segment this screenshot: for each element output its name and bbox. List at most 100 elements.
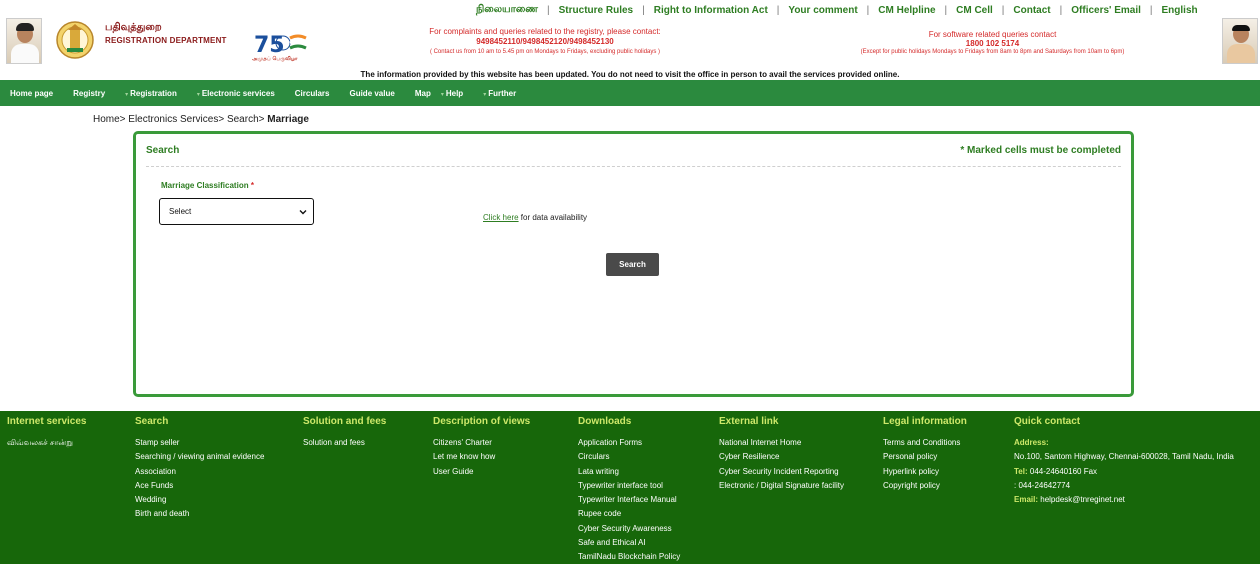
- contact-email[interactable]: helpdesk@tnreginet.net: [1038, 495, 1125, 504]
- azadi-logo-caption: அமுதப் பெருவிழா: [252, 56, 298, 62]
- contact-fax: : 044-24642774: [1014, 480, 1071, 490]
- footer-link[interactable]: Birth and death: [135, 507, 264, 521]
- nav-home-page[interactable]: Home page: [10, 89, 53, 98]
- footer-link[interactable]: Cyber Resilience: [719, 450, 844, 464]
- footer-link[interactable]: Rupee code: [578, 507, 680, 521]
- top-nav-your-comment[interactable]: Your comment: [788, 5, 857, 16]
- footer-link[interactable]: Ace Funds: [135, 479, 264, 493]
- footer-link[interactable]: Citizens' Charter: [433, 436, 495, 450]
- footer-heading-solution-fees: Solution and fees: [303, 416, 387, 427]
- dropdown-caret-icon: ▾: [483, 91, 487, 98]
- marriage-classification-select[interactable]: Select: [159, 198, 314, 225]
- footer-link[interactable]: Hyperlink policy: [883, 465, 960, 479]
- footer-link[interactable]: Typewriter interface tool: [578, 479, 680, 493]
- footer-link[interactable]: Solution and fees: [303, 436, 365, 450]
- footer-link[interactable]: User Guide: [433, 465, 495, 479]
- department-name-tamil: பதிவுத்துறை: [105, 22, 162, 33]
- footer-link[interactable]: Copyright policy: [883, 479, 960, 493]
- top-nav-officers-email[interactable]: Officers' Email: [1071, 5, 1141, 16]
- click-here-link[interactable]: Click here: [483, 213, 519, 222]
- footer-heading-search: Search: [135, 416, 169, 427]
- site-footer: Internet services விவ்வலகச் சான்று Searc…: [0, 411, 1260, 564]
- search-panel: Search * Marked cells must be completed …: [133, 131, 1134, 397]
- footer-link[interactable]: Application Forms: [578, 436, 680, 450]
- footer-list-description-of-views: Citizens' Charter Let me know how User G…: [433, 436, 495, 479]
- required-fields-note: * Marked cells must be completed: [960, 145, 1121, 156]
- site-header: பதிவுத்துறை REGISTRATION DEPARTMENT 75 அ…: [0, 0, 1260, 80]
- chief-minister-photo: [6, 18, 42, 64]
- email-label: Email:: [1014, 495, 1039, 505]
- department-name-english: REGISTRATION DEPARTMENT: [105, 36, 227, 45]
- footer-list-downloads: Application Forms Circulars Lata writing…: [578, 436, 680, 564]
- top-nav-rti-act[interactable]: Right to Information Act: [654, 5, 768, 16]
- nav-further[interactable]: ▾ Further: [483, 89, 516, 98]
- main-nav: Home page Registry ▾ Registration ▾ Electr…: [0, 80, 1260, 106]
- nav-circulars[interactable]: Circulars: [295, 89, 330, 98]
- footer-link[interactable]: National Internet Home: [719, 436, 844, 450]
- search-button[interactable]: Search: [606, 253, 659, 276]
- top-nav-contact[interactable]: Contact: [1013, 5, 1050, 16]
- footer-link[interactable]: Searching / viewing animal evidence: [135, 450, 264, 464]
- footer-link[interactable]: Safe and Ethical AI: [578, 536, 680, 550]
- update-notice: The information provided by this website…: [360, 70, 900, 79]
- software-helpline-number: 1800 102 5174: [965, 39, 1020, 48]
- top-nav-language-english[interactable]: English: [1162, 5, 1198, 16]
- breadcrumb-trail[interactable]: Home> Electronics Services> Search>: [93, 114, 267, 125]
- nav-registry[interactable]: Registry: [73, 89, 105, 98]
- footer-heading-quick-contact: Quick contact: [1014, 416, 1081, 427]
- software-contact-info: For software related queries contact 180…: [840, 30, 1145, 57]
- footer-quick-contact: Address: No.100, Santom Highway, Chennai…: [1014, 436, 1234, 507]
- footer-link[interactable]: Wedding: [135, 493, 264, 507]
- footer-link[interactable]: Electronic / Digital Signature facility: [719, 479, 844, 493]
- top-nav-standing-order[interactable]: நிலையாணை: [476, 4, 538, 16]
- footer-link[interactable]: Stamp seller: [135, 436, 264, 450]
- dropdown-caret-icon: ▾: [196, 91, 200, 98]
- breadcrumb: Home> Electronics Services> Search> Marr…: [93, 114, 309, 125]
- contact-tel: 044-24640160 Fax: [1027, 466, 1098, 476]
- nav-electronic-services[interactable]: ▾ Electronic services: [197, 89, 275, 98]
- tel-label: Tel:: [1014, 466, 1028, 476]
- marriage-classification-label: Marriage Classification *: [161, 181, 254, 190]
- nav-map[interactable]: Map: [415, 89, 431, 98]
- footer-heading-external-link: External link: [719, 416, 779, 427]
- footer-list-external-link: National Internet Home Cyber Resilience …: [719, 436, 844, 493]
- footer-link[interactable]: Terms and Conditions: [883, 436, 960, 450]
- footer-link[interactable]: Cyber Security Incident Reporting: [719, 465, 844, 479]
- footer-link[interactable]: Cyber Security Awareness: [578, 522, 680, 536]
- footer-link[interactable]: Personal policy: [883, 450, 960, 464]
- top-nav-cm-cell[interactable]: CM Cell: [956, 5, 993, 16]
- top-nav-structure-rules[interactable]: Structure Rules: [559, 5, 633, 16]
- footer-heading-legal-information: Legal information: [883, 416, 967, 427]
- footer-list-internet-services: விவ்வலகச் சான்று: [7, 436, 73, 450]
- footer-link[interactable]: Association: [135, 465, 264, 479]
- address-label: Address:: [1014, 438, 1049, 447]
- leader-portrait-photo: [1222, 18, 1258, 64]
- footer-list-legal-information: Terms and Conditions Personal policy Hyp…: [883, 436, 960, 493]
- footer-link[interactable]: Lata writing: [578, 465, 680, 479]
- footer-link[interactable]: Typewriter Interface Manual: [578, 493, 680, 507]
- footer-link[interactable]: விவ்வலகச் சான்று: [7, 436, 73, 450]
- footer-heading-downloads: Downloads: [578, 416, 632, 427]
- top-utility-nav: நிலையாணை | Structure Rules | Right to Info…: [476, 4, 1198, 16]
- footer-link[interactable]: TamilNadu Blockchain Policy: [578, 550, 680, 564]
- panel-title: Search: [146, 145, 180, 156]
- footer-heading-internet-services: Internet services: [7, 416, 87, 427]
- registry-contact-info: For complaints and queries related to th…: [380, 27, 710, 57]
- footer-link[interactable]: Circulars: [578, 450, 680, 464]
- footer-list-solution-fees: Solution and fees: [303, 436, 365, 450]
- dropdown-caret-icon: ▾: [125, 91, 129, 98]
- panel-divider: [146, 166, 1121, 167]
- registry-phone-numbers: 9498452110/9498452120/9498452130: [476, 37, 614, 46]
- top-nav-cm-helpline[interactable]: CM Helpline: [878, 5, 935, 16]
- nav-guide-value[interactable]: Guide value: [349, 89, 394, 98]
- nav-help[interactable]: ▾ Help: [441, 89, 463, 98]
- required-star: *: [250, 181, 254, 190]
- dropdown-caret-icon: ▾: [440, 91, 444, 98]
- contact-address: No.100, Santom Highway, Chennai-600028, …: [1014, 452, 1234, 462]
- breadcrumb-current: Marriage: [267, 114, 309, 125]
- tamil-nadu-emblem-icon: [56, 21, 94, 59]
- footer-list-search: Stamp seller Searching / viewing animal …: [135, 436, 264, 522]
- nav-registration[interactable]: ▾ Registration: [125, 89, 177, 98]
- footer-heading-description-of-views: Description of views: [433, 416, 531, 427]
- footer-link[interactable]: Let me know how: [433, 450, 495, 464]
